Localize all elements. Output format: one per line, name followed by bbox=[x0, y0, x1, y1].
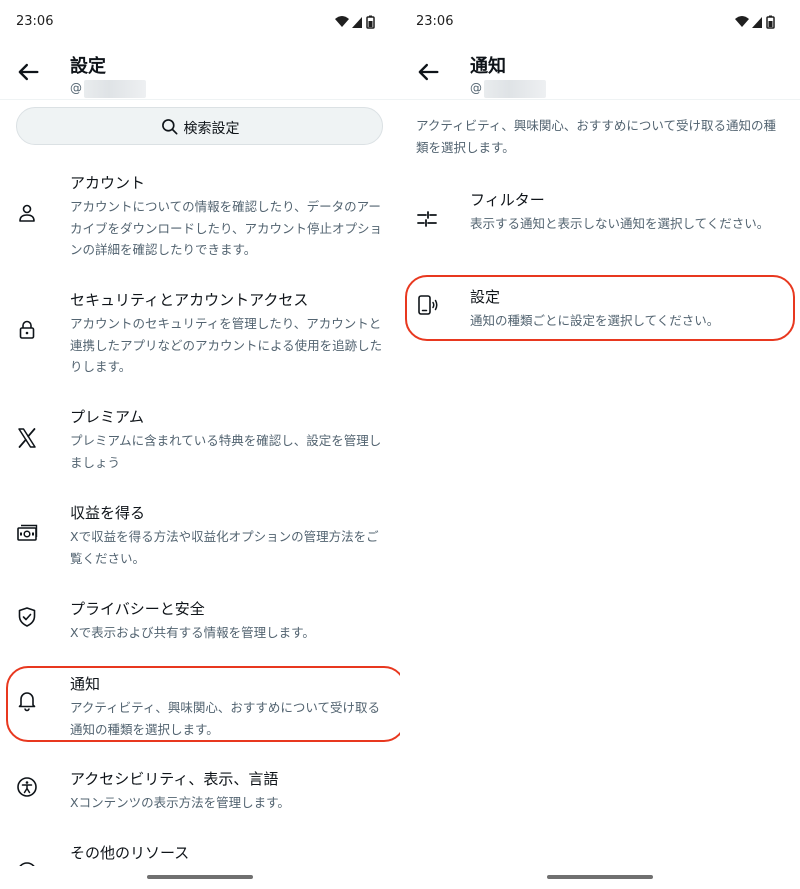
settings-item-account[interactable]: アカウント アカウントについての情報を確認したり、データのアーカイブをダウンロー… bbox=[0, 172, 400, 260]
lock-icon bbox=[19, 320, 35, 339]
item-title: 通知 bbox=[70, 675, 101, 693]
item-title: フィルター bbox=[470, 191, 545, 209]
item-title: プライバシーと安全 bbox=[70, 600, 205, 618]
item-description: プレミアムに含まれている特典を確認し、設定を管理しましょう bbox=[70, 433, 382, 470]
page-title: 通知 bbox=[470, 56, 506, 77]
money-icon bbox=[17, 524, 38, 541]
status-bar: 23:06 bbox=[0, 0, 400, 44]
account-icon bbox=[19, 204, 35, 222]
gesture-nav-handle[interactable] bbox=[147, 875, 253, 879]
filter-sliders-icon bbox=[417, 211, 437, 227]
account-handle: @ bbox=[70, 81, 82, 95]
item-description: Xコンテンツの表示方法を管理します。 bbox=[70, 795, 290, 810]
settings-item-privacy[interactable]: プライバシーと安全 Xで表示および共有する情報を管理します。 bbox=[0, 598, 400, 642]
gesture-nav-handle[interactable] bbox=[547, 875, 653, 879]
notifications-screen: 23:06 通知 @ アクティビティ、興味関心、おすすめについて受け取る通知の種… bbox=[400, 0, 800, 889]
settings-item-security[interactable]: セキュリティとアカウントアクセス アカウントのセキュリティを管理したり、アカウン… bbox=[0, 289, 400, 377]
search-placeholder: 検索設定 bbox=[183, 121, 240, 137]
notifications-item-preferences[interactable]: 設定 通知の種類ごとに設定を選択してください。 bbox=[400, 286, 800, 330]
status-bar: 23:06 bbox=[400, 0, 800, 44]
bell-icon bbox=[18, 692, 36, 712]
item-title: 収益を得る bbox=[70, 504, 146, 522]
item-description: 表示する通知と表示しない通知を選択してください。 bbox=[470, 216, 770, 231]
item-description: アクティビティ、興味関心、おすすめについて受け取る通知の種類を選択します。 bbox=[70, 700, 381, 737]
back-arrow-icon[interactable] bbox=[14, 58, 42, 86]
settings-item-premium[interactable]: プレミアム プレミアムに含まれている特典を確認し、設定を管理しましょう bbox=[0, 406, 400, 470]
settings-item-monetization[interactable]: 収益を得る Xで収益を得る方法や収益化オプションの管理方法をご覧ください。 bbox=[0, 502, 400, 566]
accessibility-icon bbox=[17, 777, 37, 797]
settings-item-notifications[interactable]: 通知 アクティビティ、興味関心、おすすめについて受け取る通知の種類を選択します。 bbox=[0, 673, 400, 737]
status-time: 23:06 bbox=[16, 14, 54, 29]
status-time: 23:06 bbox=[416, 14, 454, 29]
item-title: その他のリソース bbox=[70, 844, 190, 862]
status-icons bbox=[735, 15, 775, 29]
item-title: 設定 bbox=[470, 288, 501, 306]
item-title: アクセシビリティ、表示、言語 bbox=[70, 770, 279, 788]
search-settings-input[interactable]: 検索設定 bbox=[16, 107, 383, 145]
item-description: 通知の種類ごとに設定を選択してください。 bbox=[470, 313, 720, 328]
search-icon bbox=[161, 119, 177, 135]
item-description: Xで収益を得る方法や収益化オプションの管理方法をご覧ください。 bbox=[70, 529, 379, 566]
item-description: Xで表示および共有する情報を管理します。 bbox=[70, 625, 315, 640]
app-bar: 通知 @ bbox=[400, 44, 800, 100]
back-arrow-icon[interactable] bbox=[414, 58, 442, 86]
item-description: アカウントのセキュリティを管理したり、アカウントと連携したアプリなどのアカウント… bbox=[70, 316, 383, 374]
settings-screen: 23:06 設定 @ 検索設定 アカウント アカウントについての情報を確認したり… bbox=[0, 0, 400, 889]
redacted-handle bbox=[484, 80, 546, 98]
device-sound-icon bbox=[418, 295, 438, 315]
app-bar: 設定 @ bbox=[0, 44, 400, 100]
page-title: 設定 bbox=[70, 56, 106, 77]
notifications-item-filters[interactable]: フィルター 表示する通知と表示しない通知を選択してください。 bbox=[400, 189, 800, 253]
item-description: アカウントについての情報を確認したり、データのアーカイブをダウンロードしたり、ア… bbox=[70, 199, 383, 257]
x-logo-icon bbox=[18, 428, 36, 448]
shield-check-icon bbox=[18, 607, 36, 627]
settings-item-accessibility[interactable]: アクセシビリティ、表示、言語 Xコンテンツの表示方法を管理します。 bbox=[0, 768, 400, 812]
item-title: セキュリティとアカウントアクセス bbox=[70, 291, 309, 309]
status-icons bbox=[335, 15, 375, 29]
item-title: プレミアム bbox=[70, 408, 144, 426]
page-description: アクティビティ、興味関心、おすすめについて受け取る通知の種類を選択します。 bbox=[416, 118, 777, 155]
item-title: アカウント bbox=[70, 174, 146, 192]
redacted-handle bbox=[84, 80, 146, 98]
account-handle: @ bbox=[470, 81, 482, 95]
